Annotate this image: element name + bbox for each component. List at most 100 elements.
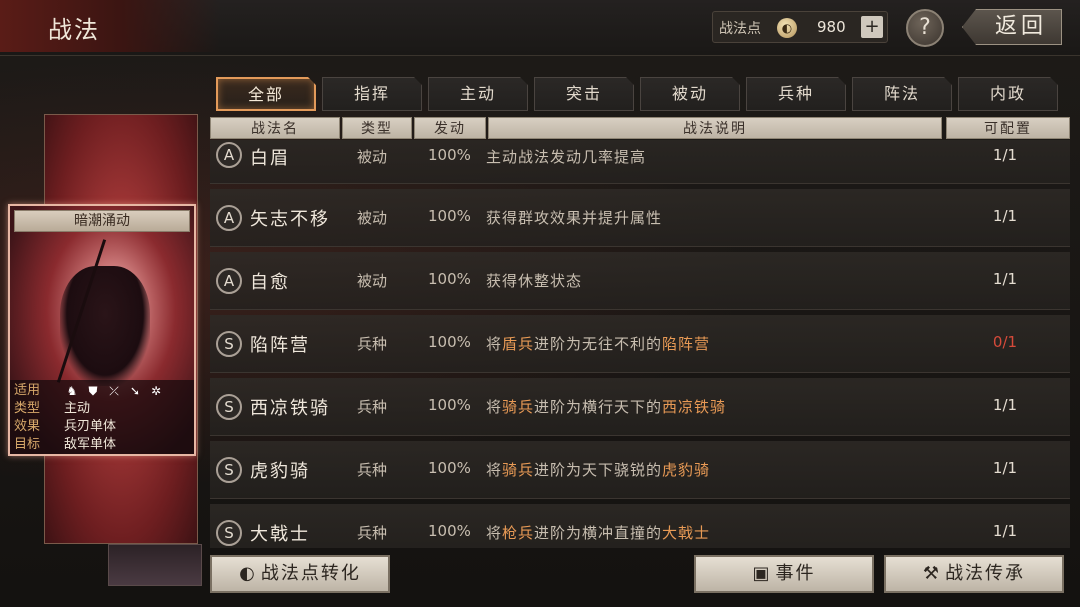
- info-value: 敌军单体: [64, 437, 117, 452]
- info-key: 目标: [14, 437, 41, 452]
- unit-type-icons: ♞ ⛊ ⤫ ➘ ✲: [64, 383, 164, 399]
- inherit-tactic-button[interactable]: ⚒ 战法传承: [884, 555, 1064, 593]
- tactic-rate: 100%: [428, 207, 471, 225]
- tab-domestic[interactable]: 内政: [958, 77, 1058, 111]
- add-points-button[interactable]: +: [861, 16, 883, 38]
- events-label: 事件: [775, 563, 816, 584]
- convert-points-button[interactable]: ◐ 战法点转化: [210, 555, 390, 593]
- column-header-rate[interactable]: 发动: [414, 117, 486, 139]
- description-text: 获得群攻效果并提升属性: [486, 209, 663, 227]
- tab-troop-type[interactable]: 兵种: [746, 77, 846, 111]
- description-highlight: 虎豹骑: [662, 461, 711, 479]
- description-highlight: 陷阵营: [662, 335, 711, 353]
- tactic-points-label: 战法点: [719, 21, 761, 37]
- tactic-config: 1/1: [992, 207, 1018, 225]
- tactic-description: 将枪兵进阶为横冲直撞的大戟士: [486, 522, 710, 543]
- info-key: 类型: [14, 401, 41, 416]
- convert-points-label: 战法点转化: [260, 563, 361, 584]
- description-text: 将: [486, 398, 503, 416]
- tactic-rate: 100%: [428, 333, 471, 351]
- hammer-icon: ⚒: [922, 563, 942, 584]
- description-text: 主动战法发动几率提高: [486, 148, 647, 166]
- table-row[interactable]: A 白眉 被动 100% 主动战法发动几率提高 1/1: [210, 140, 1070, 184]
- description-text: 进阶为无往不利的: [534, 335, 663, 353]
- tab-active[interactable]: 主动: [428, 77, 528, 111]
- description-highlight: 骑兵: [502, 398, 535, 416]
- description-highlight: 西凉铁骑: [662, 398, 727, 416]
- grade-badge: S: [216, 520, 242, 546]
- column-header-config[interactable]: 可配置: [946, 117, 1070, 139]
- column-header-type[interactable]: 类型: [342, 117, 412, 139]
- info-key: 效果: [14, 419, 41, 434]
- tactic-list[interactable]: A 白眉 被动 100% 主动战法发动几率提高 1/1 A 矢志不移 被动 10…: [210, 140, 1070, 548]
- tactic-description: 获得休整状态: [486, 270, 582, 291]
- tactic-config: 1/1: [992, 522, 1018, 540]
- description-text: 将: [486, 524, 503, 542]
- grade-badge: A: [216, 142, 242, 168]
- tab-command[interactable]: 指挥: [322, 77, 422, 111]
- description-text: 将: [486, 461, 503, 479]
- tactic-description: 主动战法发动几率提高: [486, 146, 646, 167]
- top-bar: 战法 战法点 ◐ 980 + ? 返回: [0, 0, 1080, 56]
- description-text: 将: [486, 335, 503, 353]
- info-value: 兵刃单体: [64, 419, 117, 434]
- column-header-description: 战法说明: [488, 117, 942, 139]
- coin-icon: ◐: [239, 563, 257, 584]
- description-text: 获得休整状态: [486, 272, 583, 290]
- tactic-description: 获得群攻效果并提升属性: [486, 207, 662, 228]
- column-header-name[interactable]: 战法名: [210, 117, 340, 139]
- tactic-description: 将盾兵进阶为无往不利的陷阵营: [486, 333, 710, 354]
- tactic-name: 大戟士: [250, 524, 310, 545]
- tactic-name: 虎豹骑: [250, 461, 310, 482]
- shield-icon: ⛊: [88, 384, 98, 398]
- tactic-type: 被动: [357, 209, 388, 227]
- card-backdrop-lower: [108, 544, 202, 586]
- tactic-type: 被动: [357, 272, 388, 290]
- bow-icon: ⤫: [109, 384, 119, 398]
- tab-all[interactable]: 全部: [216, 77, 316, 111]
- description-highlight: 盾兵: [502, 335, 535, 353]
- warrior-silhouette: [60, 266, 150, 386]
- back-button[interactable]: 返回: [962, 9, 1062, 45]
- tactic-config: 1/1: [992, 459, 1018, 477]
- tactic-points-display: 战法点 ◐ 980 +: [712, 11, 888, 43]
- tactic-rate: 100%: [428, 270, 471, 288]
- wheel-icon: ✲: [150, 384, 162, 398]
- tactic-config: 1/1: [992, 146, 1018, 164]
- tactic-rate: 100%: [428, 146, 471, 164]
- events-button[interactable]: ▣ 事件: [694, 555, 874, 593]
- description-text: 进阶为横行天下的: [534, 398, 663, 416]
- table-row[interactable]: A 自愈 被动 100% 获得休整状态 1/1: [210, 252, 1070, 310]
- table-row[interactable]: S 陷阵营 兵种 100% 将盾兵进阶为无往不利的陷阵营 0/1: [210, 315, 1070, 373]
- help-button[interactable]: ?: [906, 9, 944, 47]
- grade-badge: S: [216, 394, 242, 420]
- description-highlight: 大戟士: [662, 524, 711, 542]
- scroll-icon: ▣: [752, 563, 772, 584]
- tactic-type: 兵种: [357, 398, 388, 416]
- tactic-type: 兵种: [357, 335, 388, 353]
- tactic-description: 将骑兵进阶为天下骁锐的虎豹骑: [486, 459, 710, 480]
- page-title: 战法: [48, 16, 100, 44]
- tactic-rate: 100%: [428, 396, 471, 414]
- grade-badge: A: [216, 205, 242, 231]
- table-row[interactable]: A 矢志不移 被动 100% 获得群攻效果并提升属性 1/1: [210, 189, 1070, 247]
- tactic-description: 将骑兵进阶为横行天下的西凉铁骑: [486, 396, 726, 417]
- tab-formation[interactable]: 阵法: [852, 77, 952, 111]
- table-row[interactable]: S 大戟士 兵种 100% 将枪兵进阶为横冲直撞的大戟士 1/1: [210, 504, 1070, 548]
- tactic-points-value: 980: [817, 18, 846, 36]
- info-key: 适用: [14, 383, 41, 398]
- grade-badge: S: [216, 457, 242, 483]
- tactic-name: 白眉: [250, 148, 290, 169]
- tactic-name: 西凉铁骑: [250, 398, 330, 419]
- tab-passive[interactable]: 被动: [640, 77, 740, 111]
- tab-assault[interactable]: 突击: [534, 77, 634, 111]
- tactic-config: 1/1: [992, 396, 1018, 414]
- table-row[interactable]: S 西凉铁骑 兵种 100% 将骑兵进阶为横行天下的西凉铁骑 1/1: [210, 378, 1070, 436]
- grade-badge: A: [216, 268, 242, 294]
- spear-icon: ➘: [129, 384, 141, 398]
- card-title: 暗潮涌动: [14, 210, 190, 232]
- table-row[interactable]: S 虎豹骑 兵种 100% 将骑兵进阶为天下骁锐的虎豹骑 1/1: [210, 441, 1070, 499]
- selected-tactic-card[interactable]: 暗潮涌动 适用 ♞ ⛊ ⤫ ➘ ✲ 类型 主动 效果 兵刃单体 目标 敌军单体: [8, 204, 196, 456]
- tactic-rate: 100%: [428, 522, 471, 540]
- tactic-name: 矢志不移: [250, 209, 330, 230]
